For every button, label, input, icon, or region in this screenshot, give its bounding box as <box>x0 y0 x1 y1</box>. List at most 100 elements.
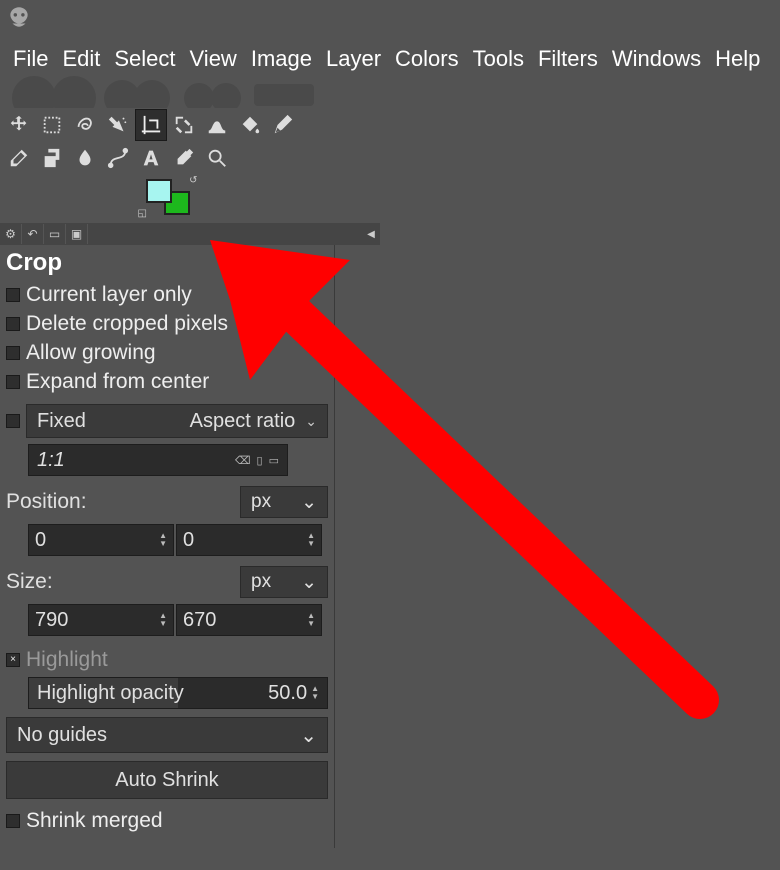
highlight-opacity-label: Highlight opacity <box>37 682 184 705</box>
menu-tools[interactable]: Tools <box>466 44 531 74</box>
allow-growing-row[interactable]: Allow growing <box>6 341 328 365</box>
dock-tab-undo-history-icon[interactable]: ↶ <box>22 224 44 244</box>
guides-value: No guides <box>17 724 107 747</box>
current-layer-only-row[interactable]: Current layer only <box>6 283 328 307</box>
allow-growing-label: Allow growing <box>26 341 156 365</box>
foreground-color-swatch[interactable] <box>146 179 172 203</box>
chevron-down-icon: ⌄ <box>300 723 317 748</box>
chevron-down-icon: ⌄ <box>301 491 317 514</box>
pencil-tool-icon[interactable] <box>268 110 298 140</box>
transform-tool-icon[interactable] <box>169 110 199 140</box>
tool-options-panel: Crop Current layer only Delete cropped p… <box>0 245 335 848</box>
highlight-label: Highlight <box>26 648 108 672</box>
chevron-down-icon: ⌄ <box>305 413 317 430</box>
color-swatch-area: ◱ ↺ <box>0 179 335 215</box>
shrink-merged-checkbox[interactable] <box>6 814 20 828</box>
spinner-down-icon[interactable]: ▼ <box>159 540 167 548</box>
fixed-value-text: 1:1 <box>37 449 65 472</box>
menu-select[interactable]: Select <box>107 44 182 74</box>
delete-cropped-pixels-checkbox[interactable] <box>6 317 20 331</box>
default-colors-icon[interactable]: ◱ <box>138 208 147 219</box>
free-select-tool-icon[interactable] <box>70 110 100 140</box>
menu-view[interactable]: View <box>183 44 244 74</box>
menu-colors[interactable]: Colors <box>388 44 466 74</box>
current-layer-only-label: Current layer only <box>26 283 192 307</box>
fixed-value-input[interactable]: 1:1 ⌫ ▯ ▭ <box>28 444 288 476</box>
eraser-tool-icon[interactable] <box>4 143 34 173</box>
expand-from-center-checkbox[interactable] <box>6 375 20 389</box>
landscape-icon[interactable]: ▭ <box>269 454 279 467</box>
shrink-merged-label: Shrink merged <box>26 809 163 833</box>
size-unit-value: px <box>251 571 271 593</box>
position-x-input[interactable]: 0 ▲▼ <box>28 524 174 556</box>
delete-cropped-pixels-row[interactable]: Delete cropped pixels <box>6 312 328 336</box>
fixed-label: Fixed <box>37 410 86 433</box>
fixed-mode-value: Aspect ratio <box>190 410 296 433</box>
auto-shrink-button[interactable]: Auto Shrink <box>6 761 328 799</box>
swap-colors-icon[interactable]: ↺ <box>189 175 197 186</box>
position-unit-value: px <box>251 491 271 513</box>
warp-tool-icon[interactable] <box>202 110 232 140</box>
highlight-opacity-slider[interactable]: Highlight opacity 50.0 ▲▼ <box>28 677 328 709</box>
position-label: Position: <box>6 490 87 514</box>
move-tool-icon[interactable] <box>4 110 34 140</box>
menu-windows[interactable]: Windows <box>605 44 708 74</box>
size-label: Size: <box>6 570 53 594</box>
spinner-down-icon[interactable]: ▼ <box>307 620 315 628</box>
dock-tab-device-status-icon[interactable]: ▣ <box>66 224 88 244</box>
fuzzy-select-tool-icon[interactable] <box>103 110 133 140</box>
auto-shrink-label: Auto Shrink <box>115 769 218 792</box>
current-layer-only-checkbox[interactable] <box>6 288 20 302</box>
path-tool-icon[interactable] <box>103 143 133 173</box>
dock-tab-tool-options-icon[interactable]: ⚙ <box>0 224 22 244</box>
guides-combo[interactable]: No guides ⌄ <box>6 717 328 753</box>
expand-from-center-label: Expand from center <box>26 370 209 394</box>
color-picker-tool-icon[interactable] <box>169 143 199 173</box>
spinner-down-icon[interactable]: ▼ <box>159 620 167 628</box>
crop-tool-icon[interactable] <box>136 110 166 140</box>
expand-from-center-row[interactable]: Expand from center <box>6 370 328 394</box>
menu-filters[interactable]: Filters <box>531 44 605 74</box>
dock-tab-images-icon[interactable]: ▭ <box>44 224 66 244</box>
size-unit-combo[interactable]: px ⌄ <box>240 566 328 598</box>
app-icon <box>6 4 32 35</box>
allow-growing-checkbox[interactable] <box>6 346 20 360</box>
spinner-down-icon[interactable]: ▼ <box>307 540 315 548</box>
shrink-merged-row[interactable]: Shrink merged <box>6 809 328 833</box>
portrait-icon[interactable]: ▯ <box>257 454 263 467</box>
size-height-value: 670 <box>183 609 216 632</box>
menu-file[interactable]: File <box>6 44 55 74</box>
toolbox-panel: ◱ ↺ <box>0 82 335 215</box>
position-x-value: 0 <box>35 529 46 552</box>
spinner-down-icon[interactable]: ▼ <box>311 693 319 701</box>
menu-image[interactable]: Image <box>244 44 319 74</box>
fg-bg-color-swatch[interactable]: ◱ ↺ <box>146 179 190 215</box>
fixed-mode-combo[interactable]: Fixed Aspect ratio ⌄ <box>26 404 328 438</box>
toolbox-grid <box>0 110 330 173</box>
clone-tool-icon[interactable] <box>37 143 67 173</box>
fixed-checkbox[interactable] <box>6 414 20 428</box>
dock-tab-strip: ⚙ ↶ ▭ ▣ ◀ <box>0 223 380 245</box>
bucket-fill-tool-icon[interactable] <box>235 110 265 140</box>
tool-options-title: Crop <box>6 249 328 277</box>
menu-edit[interactable]: Edit <box>55 44 107 74</box>
menu-help[interactable]: Help <box>708 44 767 74</box>
rect-select-tool-icon[interactable] <box>37 110 67 140</box>
zoom-tool-icon[interactable] <box>202 143 232 173</box>
clear-icon[interactable]: ⌫ <box>235 454 251 467</box>
position-unit-combo[interactable]: px ⌄ <box>240 486 328 518</box>
smudge-tool-icon[interactable] <box>70 143 100 173</box>
size-width-value: 790 <box>35 609 68 632</box>
menu-layer[interactable]: Layer <box>319 44 388 74</box>
size-width-input[interactable]: 790 ▲▼ <box>28 604 174 636</box>
position-y-value: 0 <box>183 529 194 552</box>
chevron-down-icon: ⌄ <box>301 571 317 594</box>
highlight-checkbox[interactable] <box>6 653 20 667</box>
size-height-input[interactable]: 670 ▲▼ <box>176 604 322 636</box>
highlight-opacity-value: 50.0 <box>268 682 307 705</box>
dock-tab-menu-icon[interactable]: ◀ <box>362 229 380 240</box>
window-titlebar <box>0 0 780 38</box>
delete-cropped-pixels-label: Delete cropped pixels <box>26 312 228 336</box>
position-y-input[interactable]: 0 ▲▼ <box>176 524 322 556</box>
text-tool-icon[interactable] <box>136 143 166 173</box>
